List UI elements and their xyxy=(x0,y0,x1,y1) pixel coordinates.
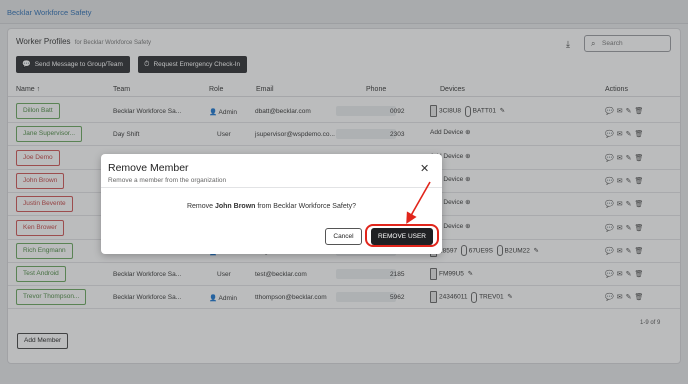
arrow-annotation xyxy=(406,181,431,224)
